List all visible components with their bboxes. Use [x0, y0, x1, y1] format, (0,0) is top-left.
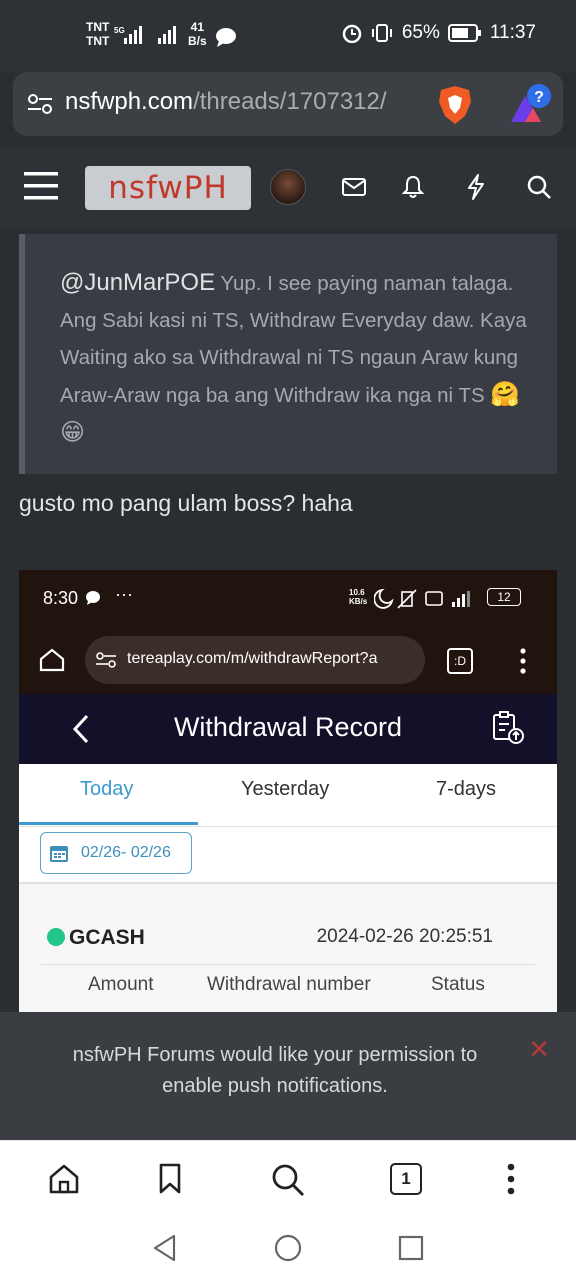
browser-toolbar: 1: [0, 1140, 576, 1219]
search-icon[interactable]: [271, 1163, 305, 1197]
mail-icon[interactable]: [342, 177, 366, 197]
back-icon[interactable]: [152, 1234, 178, 1262]
shot-status-bar: 8:30 ··· 10.6 KB/s 12: [19, 570, 557, 628]
quote-block: @JunMarPOE Yup. I see paying naman talag…: [19, 234, 557, 474]
forum-header: nsfwPH: [0, 146, 576, 228]
vibrate-icon: [371, 24, 392, 42]
status-bar: TNT TNT 5G 41 B/s 65% 11:37: [0, 0, 576, 72]
attached-screenshot[interactable]: 8:30 ··· 10.6 KB/s 12 tereaplay.com/m/wi…: [19, 570, 557, 1020]
shot-tab-yesterday: Yesterday: [241, 778, 330, 800]
signal-icon-1: [124, 26, 142, 44]
shot-menu-icon: [520, 648, 526, 674]
chat-bubble-icon: [216, 28, 236, 47]
alarm-icon: [342, 24, 362, 43]
site-settings-icon[interactable]: [27, 92, 53, 116]
gcash-logo-icon: [47, 928, 65, 946]
push-notification-banner[interactable]: nsfwPH Forums would like your permission…: [0, 1012, 576, 1140]
signal-icon-2: [158, 26, 176, 44]
brave-shield-icon[interactable]: [435, 84, 475, 126]
bell-icon[interactable]: [402, 175, 424, 199]
menu-icon[interactable]: [24, 170, 60, 202]
quote-mention[interactable]: @JunMarPOE: [60, 269, 215, 296]
shot-status-icons: [374, 588, 470, 609]
shot-home-icon: [39, 648, 65, 672]
search-icon[interactable]: [527, 175, 551, 199]
shot-col-amount: Amount: [88, 974, 154, 995]
shot-url-pill: tereaplay.com/m/withdrawReport?a: [85, 636, 425, 684]
lightning-icon[interactable]: [466, 174, 486, 200]
shot-tab-today: Today: [80, 778, 134, 800]
address-bar[interactable]: nsfwph.com/threads/1707312/ ?: [13, 72, 563, 136]
close-icon[interactable]: ✕: [528, 1034, 550, 1065]
shot-col-status: Status: [431, 974, 485, 995]
shot-method: GCASH: [47, 926, 145, 950]
status-right: 65% 11:37: [342, 22, 536, 44]
shot-divider: [41, 964, 535, 965]
brave-rewards-icon[interactable]: ?: [507, 82, 555, 126]
user-avatar[interactable]: [270, 169, 306, 205]
shot-tab-indicator: [19, 822, 198, 825]
svg-text:?: ?: [534, 89, 544, 106]
carrier-labels: TNT TNT: [86, 20, 110, 48]
site-logo[interactable]: nsfwPH: [85, 166, 251, 210]
recents-icon[interactable]: [398, 1235, 424, 1261]
home-icon[interactable]: [48, 1163, 80, 1195]
shot-page-header: Withdrawal Record: [19, 694, 557, 764]
home-nav-icon[interactable]: [274, 1234, 302, 1262]
shot-chat-icon: [86, 591, 100, 605]
battery-icon: [447, 24, 481, 42]
quote-text: @JunMarPOE Yup. I see paying naman talag…: [60, 264, 535, 452]
bookmark-icon[interactable]: [158, 1163, 182, 1195]
shot-speed: 10.6 KB/s: [349, 588, 368, 606]
shot-date-range: 02/26- 02/26: [81, 844, 171, 861]
shot-tabs: Today Yesterday 7-days: [19, 764, 557, 827]
shot-more: ···: [115, 584, 133, 604]
shot-url-bar: tereaplay.com/m/withdrawReport?a :D: [19, 628, 557, 694]
reply-text: gusto mo pang ulam boss? haha: [19, 490, 353, 516]
shot-time: 8:30: [43, 588, 79, 608]
shot-site-settings-icon: [96, 652, 116, 668]
battery-percent: 65%: [401, 22, 440, 43]
shot-tab-count: :D: [447, 648, 473, 674]
shot-report-icon: [493, 711, 524, 744]
clock: 11:37: [489, 22, 536, 43]
network-speed: 41 B/s: [188, 20, 207, 48]
tabs-button[interactable]: 1: [390, 1163, 422, 1195]
shot-calendar-icon: [50, 846, 68, 862]
shot-record-card: GCASH 2024-02-26 20:25:51 Amount Withdra…: [19, 882, 557, 1020]
shot-url-text: tereaplay.com/m/withdrawReport?a: [127, 650, 378, 667]
shot-datetime: 2024-02-26 20:25:51: [316, 926, 493, 947]
system-nav-bar: [0, 1218, 576, 1280]
shot-page-title: Withdrawal Record: [173, 712, 403, 742]
shot-col-number: Withdrawal number: [207, 974, 371, 995]
notification-text: nsfwPH Forums would like your permission…: [72, 1044, 478, 1097]
url-text[interactable]: nsfwph.com/threads/1707312/: [65, 88, 437, 116]
more-menu-icon[interactable]: [506, 1163, 516, 1195]
shot-date-filter: 02/26- 02/26: [40, 832, 192, 874]
shot-tab-7days: 7-days: [436, 778, 497, 800]
shot-battery: 12: [487, 588, 521, 606]
